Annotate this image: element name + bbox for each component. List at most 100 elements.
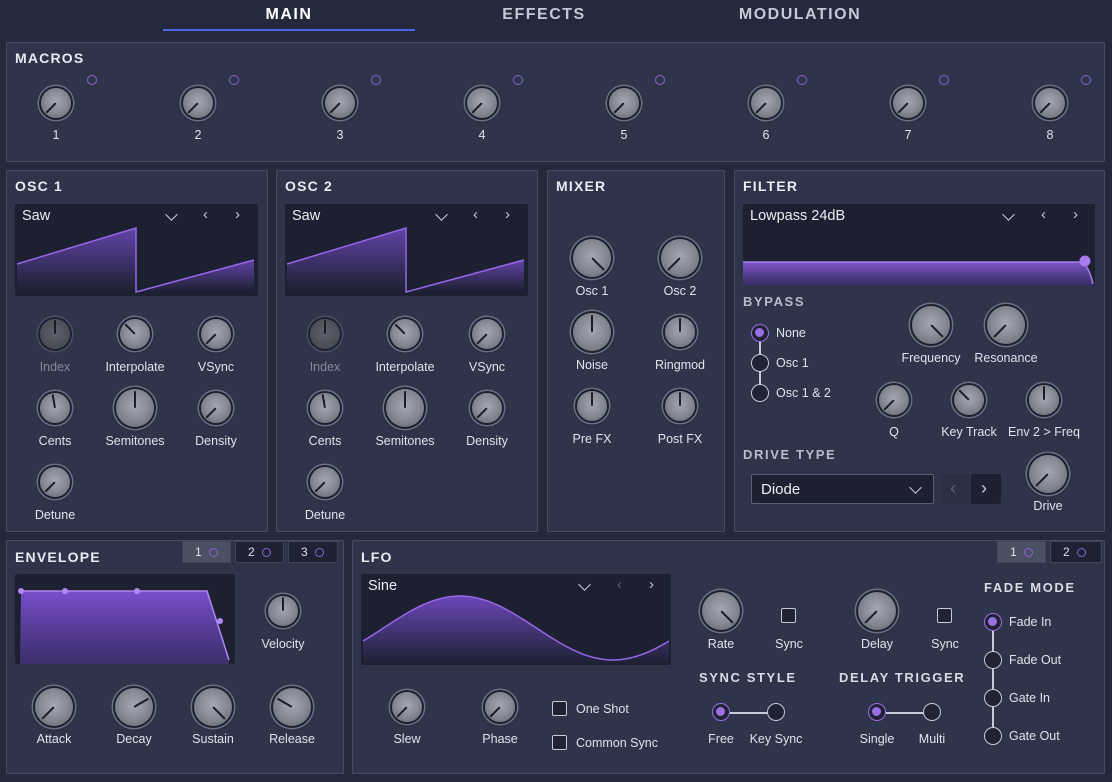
osc1-next-arrow-icon[interactable]: › bbox=[235, 206, 240, 223]
lfo-phase-knob[interactable] bbox=[485, 692, 515, 722]
osc2-semitones-label: Semitones bbox=[375, 434, 435, 448]
filter-frequency-knob[interactable] bbox=[912, 306, 950, 344]
macro-7-mod-indicator[interactable] bbox=[939, 75, 949, 85]
macro-2-knob[interactable] bbox=[183, 88, 213, 118]
mixer-ringmod-knob[interactable] bbox=[665, 317, 695, 347]
mixer-prefx-knob[interactable] bbox=[577, 391, 607, 421]
delay-sync-checkbox[interactable] bbox=[937, 608, 952, 623]
osc2-index-knob[interactable] bbox=[310, 319, 340, 349]
osc1-interpolate-knob[interactable] bbox=[120, 319, 150, 349]
osc2-detune-knob[interactable] bbox=[310, 467, 340, 497]
osc2-next-arrow-icon[interactable]: › bbox=[505, 206, 510, 223]
lfo-waveform-display[interactable]: Sine ‹ › bbox=[361, 574, 671, 665]
gate-in-radio[interactable] bbox=[984, 689, 1002, 707]
lfo-tab-2[interactable]: 2 bbox=[1050, 541, 1102, 563]
drive-type-next-button[interactable]: › bbox=[971, 474, 1001, 504]
macro-3-mod-indicator[interactable] bbox=[371, 75, 381, 85]
fade-in-radio[interactable] bbox=[984, 613, 1002, 631]
delay-trigger-single-radio[interactable] bbox=[868, 703, 886, 721]
drive-type-prev-button[interactable]: ‹ bbox=[941, 474, 970, 504]
lfo-prev-arrow-icon[interactable]: ‹ bbox=[617, 576, 622, 593]
macro-1-knob[interactable] bbox=[41, 88, 71, 118]
fade-in-label: Fade In bbox=[1009, 615, 1052, 629]
filter-drive-knob[interactable] bbox=[1029, 455, 1067, 493]
drive-type-value: Diode bbox=[761, 481, 801, 498]
envelope-sustain-knob[interactable] bbox=[194, 688, 232, 726]
lfo-delay-knob[interactable] bbox=[858, 592, 896, 630]
osc1-cents-knob[interactable] bbox=[40, 393, 70, 423]
sync-style-keysync-radio[interactable] bbox=[767, 703, 785, 721]
one-shot-checkbox[interactable] bbox=[552, 701, 567, 716]
envelope-display[interactable] bbox=[15, 574, 235, 664]
macro-7-knob[interactable] bbox=[893, 88, 923, 118]
osc1-semitones-knob[interactable] bbox=[116, 389, 154, 427]
fade-out-radio[interactable] bbox=[984, 651, 1002, 669]
envelope-decay-label: Decay bbox=[116, 732, 152, 746]
filter-response-display[interactable]: Lowpass 24dB ‹ › bbox=[743, 204, 1095, 286]
osc2-cents-label: Cents bbox=[308, 434, 342, 448]
macro-5-mod-indicator[interactable] bbox=[655, 75, 665, 85]
bypass-none-radio[interactable] bbox=[751, 324, 769, 342]
gate-in-label: Gate In bbox=[1009, 691, 1050, 705]
envelope-tab-3[interactable]: 3 bbox=[288, 541, 338, 563]
osc2-semitones-knob[interactable] bbox=[386, 389, 424, 427]
osc1-waveform-display[interactable]: Saw ‹ › bbox=[15, 204, 258, 296]
gate-out-radio[interactable] bbox=[984, 727, 1002, 745]
envelope-release-knob[interactable] bbox=[273, 688, 311, 726]
macro-6-mod-indicator[interactable] bbox=[797, 75, 807, 85]
osc1-index-knob[interactable] bbox=[40, 319, 70, 349]
bypass-osc1-2-radio[interactable] bbox=[751, 384, 769, 402]
envelope-tab-2[interactable]: 2 bbox=[235, 541, 284, 563]
macro-7-label: 7 bbox=[904, 128, 912, 142]
filter-q-knob[interactable] bbox=[879, 385, 909, 415]
envelope-decay-knob[interactable] bbox=[115, 688, 153, 726]
filter-resonance-knob[interactable] bbox=[987, 306, 1025, 344]
delay-trigger-multi-radio[interactable] bbox=[923, 703, 941, 721]
osc1-density-knob[interactable] bbox=[201, 393, 231, 423]
common-sync-label: Common Sync bbox=[576, 736, 658, 750]
common-sync-checkbox[interactable] bbox=[552, 735, 567, 750]
bypass-osc1-2-label: Osc 1 & 2 bbox=[776, 386, 831, 400]
tab-effects[interactable]: EFFECTS bbox=[444, 6, 644, 24]
macro-4-knob[interactable] bbox=[467, 88, 497, 118]
macro-2-mod-indicator[interactable] bbox=[229, 75, 239, 85]
osc1-detune-knob[interactable] bbox=[40, 467, 70, 497]
envelope-attack-knob[interactable] bbox=[35, 688, 73, 726]
macro-5-knob[interactable] bbox=[609, 88, 639, 118]
rate-sync-checkbox[interactable] bbox=[781, 608, 796, 623]
mixer-noise-knob[interactable] bbox=[573, 313, 611, 351]
drive-type-next-arrow-icon: › bbox=[981, 478, 987, 498]
lfo-rate-knob[interactable] bbox=[702, 592, 740, 630]
macro-3-knob[interactable] bbox=[325, 88, 355, 118]
filter-prev-arrow-icon[interactable]: ‹ bbox=[1041, 206, 1046, 223]
osc1-prev-arrow-icon[interactable]: ‹ bbox=[203, 206, 208, 223]
osc2-cents-knob[interactable] bbox=[310, 393, 340, 423]
macro-1-mod-indicator[interactable] bbox=[87, 75, 97, 85]
osc1-vsync-knob[interactable] bbox=[201, 319, 231, 349]
mixer-osc1-knob[interactable] bbox=[573, 239, 611, 277]
osc2-interpolate-knob[interactable] bbox=[390, 319, 420, 349]
lfo-slew-knob[interactable] bbox=[392, 692, 422, 722]
sync-style-free-radio[interactable] bbox=[712, 703, 730, 721]
bypass-osc1-radio[interactable] bbox=[751, 354, 769, 372]
envelope-velocity-knob[interactable] bbox=[268, 596, 298, 626]
osc2-prev-arrow-icon[interactable]: ‹ bbox=[473, 206, 478, 223]
osc2-vsync-knob[interactable] bbox=[472, 319, 502, 349]
lfo-next-arrow-icon[interactable]: › bbox=[649, 576, 654, 593]
envelope-tab-1[interactable]: 1 bbox=[182, 541, 231, 563]
filter-keytrack-knob[interactable] bbox=[954, 385, 984, 415]
mixer-osc2-knob[interactable] bbox=[661, 239, 699, 277]
macro-8-mod-indicator[interactable] bbox=[1081, 75, 1091, 85]
macro-4-mod-indicator[interactable] bbox=[513, 75, 523, 85]
tab-modulation[interactable]: MODULATION bbox=[700, 6, 900, 24]
filter-next-arrow-icon[interactable]: › bbox=[1073, 206, 1078, 223]
drive-type-dropdown[interactable]: Diode bbox=[751, 474, 934, 504]
macro-6-knob[interactable] bbox=[751, 88, 781, 118]
macro-8-knob[interactable] bbox=[1035, 88, 1065, 118]
mixer-postfx-knob[interactable] bbox=[665, 391, 695, 421]
tab-main[interactable]: MAIN bbox=[163, 6, 415, 24]
lfo-tab-1[interactable]: 1 bbox=[997, 541, 1046, 563]
osc2-density-knob[interactable] bbox=[472, 393, 502, 423]
osc2-waveform-display[interactable]: Saw ‹ › bbox=[285, 204, 528, 296]
filter-env2freq-knob[interactable] bbox=[1029, 385, 1059, 415]
